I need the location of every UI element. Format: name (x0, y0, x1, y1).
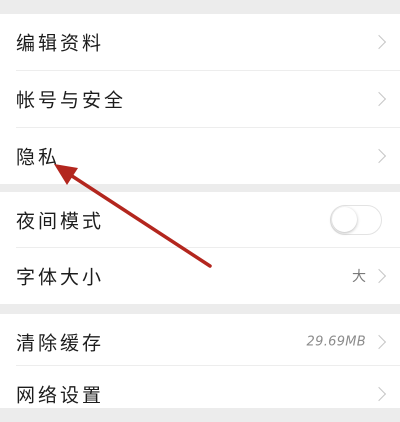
edit-profile-item[interactable]: 编辑资料 (0, 14, 400, 70)
toggle-knob (332, 207, 357, 232)
chevron-right-icon (371, 268, 387, 284)
clear-cache-item[interactable]: 清除缓存 29.69MB (0, 314, 400, 370)
chevron-right-icon (371, 34, 387, 50)
night-mode-label: 夜间模式 (16, 210, 105, 233)
chevron-right-icon (371, 91, 387, 107)
chevron-right-icon (371, 386, 387, 402)
night-mode-item: 夜间模式 (0, 192, 400, 248)
account-security-item[interactable]: 帐号与安全 (0, 71, 400, 127)
network-settings-item[interactable]: 网络设置 (0, 366, 400, 422)
settings-group-storage: 清除缓存 29.69MB 网络设置 (0, 314, 400, 408)
settings-group-display: 夜间模式 字体大小 大 (0, 192, 400, 304)
settings-page: 编辑资料 帐号与安全 隐私 夜间模式 字体大小 大 清除缓存 29.69MB 网… (0, 0, 400, 408)
cache-size-value: 29.69MB (306, 334, 366, 350)
privacy-item[interactable]: 隐私 (0, 128, 400, 184)
account-security-label: 帐号与安全 (16, 89, 127, 112)
chevron-right-icon (371, 148, 387, 164)
clear-cache-label: 清除缓存 (16, 332, 105, 355)
font-size-value: 大 (352, 269, 366, 285)
font-size-item[interactable]: 字体大小 大 (0, 248, 400, 304)
privacy-label: 隐私 (16, 146, 61, 169)
edit-profile-label: 编辑资料 (16, 32, 105, 55)
night-mode-toggle[interactable] (330, 205, 382, 235)
settings-group-profile: 编辑资料 帐号与安全 隐私 (0, 14, 400, 184)
chevron-right-icon (371, 334, 387, 350)
network-settings-label: 网络设置 (16, 384, 105, 407)
font-size-label: 字体大小 (16, 266, 105, 289)
